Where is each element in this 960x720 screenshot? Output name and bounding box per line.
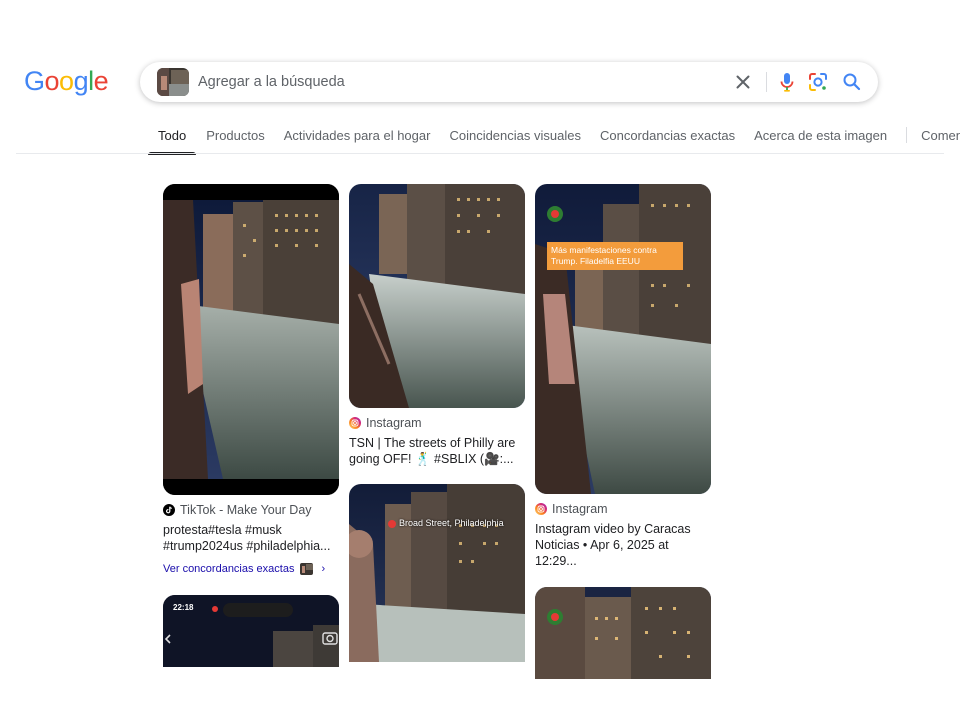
google-logo[interactable]: Google (24, 66, 109, 97)
logo-letter: o (44, 66, 60, 96)
search-input[interactable] (198, 70, 718, 94)
tab-todo[interactable]: Todo (148, 118, 197, 155)
exact-matches-link[interactable]: Ver concordancias exactas › (163, 561, 339, 577)
instagram-icon (535, 503, 547, 515)
lens-search-button[interactable] (806, 70, 830, 94)
close-icon (736, 75, 750, 89)
chevron-right-icon: › (321, 563, 326, 575)
tabs-divider (16, 153, 944, 154)
result-title[interactable]: Instagram video by Caracas Noticias • Ap… (535, 521, 711, 569)
exact-matches-label: Ver concordancias exactas (163, 563, 295, 575)
result-source[interactable]: Instagram (535, 501, 711, 517)
image-caption: Broad Street, Philadelphia (399, 518, 504, 528)
search-divider (766, 72, 767, 92)
query-image-thumbnail[interactable] (157, 68, 189, 96)
results-column-3: Más manifestaciones contra Trump. Filade… (535, 184, 711, 679)
results-column-2: Instagram TSN | The streets of Philly ar… (349, 184, 525, 662)
logo-letter: o (59, 66, 74, 96)
search-box[interactable] (140, 62, 878, 102)
result-image-instagram-caracas[interactable]: Más manifestaciones contra Trump. Filade… (535, 184, 711, 494)
tab-productos[interactable]: Productos (206, 118, 265, 155)
tab-actividades[interactable]: Actividades para el hogar (284, 118, 431, 155)
result-source[interactable]: TikTok - Make Your Day (163, 502, 339, 518)
results-column-1: TikTok - Make Your Day protesta#tesla #m… (163, 184, 339, 667)
image-caption: Más manifestaciones contra Trump. Filade… (551, 245, 657, 266)
logo-letter: e (93, 66, 109, 96)
result-source-label: Instagram (552, 502, 608, 516)
tiktok-icon (163, 504, 175, 516)
tab-coincidencias-visuales[interactable]: Coincidencias visuales (449, 118, 581, 155)
exact-match-thumbnail (300, 563, 314, 575)
search-button[interactable] (840, 70, 864, 94)
clear-button[interactable] (732, 71, 754, 93)
results-tabs: Todo Productos Actividades para el hogar… (148, 118, 960, 155)
google-lens-icon (809, 73, 827, 91)
tab-acerca-de-imagen[interactable]: Acerca de esta imagen (754, 118, 887, 155)
result-source[interactable]: Instagram (349, 415, 525, 431)
result-source-label: TikTok - Make Your Day (180, 503, 312, 517)
microphone-icon (780, 73, 794, 92)
tab-concordancias-exactas[interactable]: Concordancias exactas (600, 118, 735, 155)
tab-comentarios[interactable]: Comentarios (921, 118, 960, 155)
instagram-icon (349, 417, 361, 429)
result-image-broad-street[interactable]: Broad Street, Philadelphia (349, 484, 525, 662)
result-title[interactable]: protesta#tesla #musk #trump2024us #phila… (163, 522, 339, 554)
result-image-instagram-tsn[interactable] (349, 184, 525, 408)
image-caption-banner: Más manifestaciones contra Trump. Filade… (547, 242, 683, 270)
voice-search-button[interactable] (775, 70, 799, 94)
result-image-phone-video[interactable]: 22:18 (163, 595, 339, 667)
magnifier-icon (843, 73, 861, 91)
status-time: 22:18 (173, 603, 194, 612)
logo-letter: g (73, 66, 89, 96)
result-image-tiktok[interactable] (163, 184, 339, 495)
result-title[interactable]: TSN | The streets of Philly are going OF… (349, 435, 525, 467)
tab-separator (906, 127, 908, 143)
result-source-label: Instagram (366, 416, 422, 430)
result-image-street-night[interactable] (535, 587, 711, 679)
logo-letter: G (24, 66, 45, 96)
